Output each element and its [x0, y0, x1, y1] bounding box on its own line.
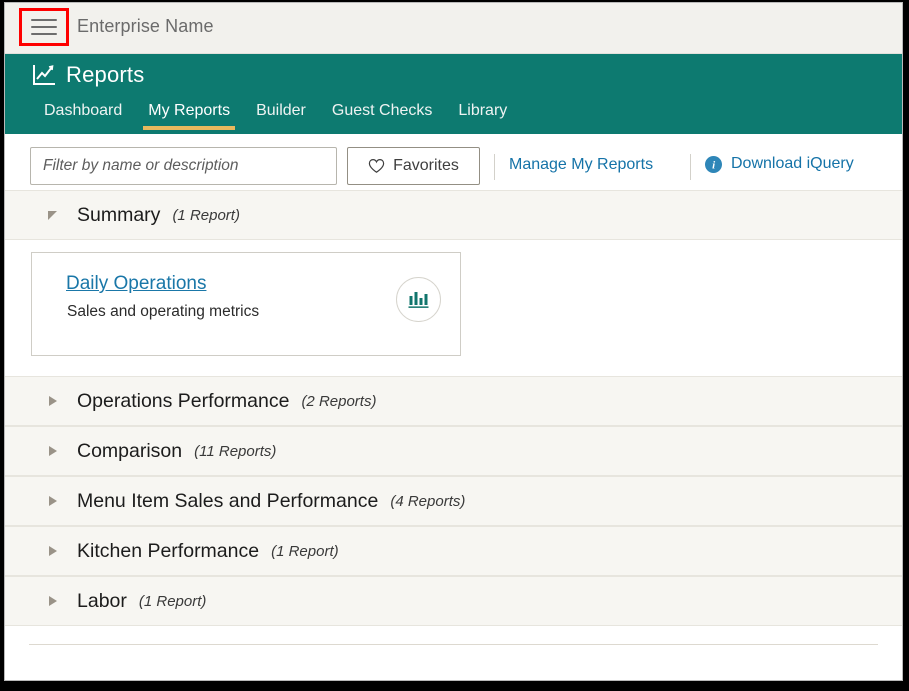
report-card-daily-operations[interactable]: Daily Operations Sales and operating met…: [31, 252, 461, 356]
download-iquery-link[interactable]: Download iQuery: [731, 155, 854, 173]
toolbar-divider-1: [494, 154, 495, 180]
favorites-button[interactable]: Favorites: [347, 147, 480, 185]
section-title: Summary: [77, 204, 160, 227]
heart-outline-icon: [368, 158, 385, 174]
section-count: (4 Reports): [390, 493, 465, 510]
tab-guest-checks[interactable]: Guest Checks: [319, 98, 445, 132]
application-page: Enterprise Name Reports Dashboard My Rep…: [4, 2, 903, 681]
enterprise-name: Enterprise Name: [77, 16, 214, 37]
section-count: (1 Report): [139, 593, 207, 610]
filter-input[interactable]: [30, 147, 337, 185]
report-title-link[interactable]: Daily Operations: [66, 273, 206, 295]
summary-section-body: Daily Operations Sales and operating met…: [5, 240, 902, 376]
section-header-menu-item-sales-and-performance[interactable]: Menu Item Sales and Performance (4 Repor…: [5, 476, 902, 526]
hamburger-bar-3: [31, 33, 57, 35]
hamburger-bar-1: [31, 19, 57, 21]
caret-right-icon: [47, 394, 59, 408]
tab-builder[interactable]: Builder: [243, 98, 319, 132]
toolbar-divider-2: [690, 154, 691, 180]
section-count: (1 Report): [271, 543, 339, 560]
section-header-comparison[interactable]: Comparison (11 Reports): [5, 426, 902, 476]
caret-down-icon: [47, 208, 59, 222]
app-header: Reports Dashboard My Reports Builder Gue…: [5, 54, 902, 134]
page-title: Reports: [66, 62, 144, 88]
hamburger-menu-icon[interactable]: [26, 15, 62, 39]
bar-chart-icon: [408, 290, 429, 309]
section-header-operations-performance[interactable]: Operations Performance (2 Reports): [5, 376, 902, 426]
tab-dashboard[interactable]: Dashboard: [31, 98, 135, 132]
section-header-labor[interactable]: Labor (1 Report): [5, 576, 902, 626]
content-area: Favorites Manage My Reports i Download i…: [5, 134, 902, 680]
tab-library[interactable]: Library: [445, 98, 520, 132]
bottom-divider: [29, 644, 878, 645]
nav-tabs: Dashboard My Reports Builder Guest Check…: [31, 98, 520, 134]
hamburger-bar-2: [31, 26, 57, 28]
section-count: (2 Reports): [301, 393, 376, 410]
section-count: (11 Reports): [194, 443, 276, 460]
top-bar: Enterprise Name: [5, 3, 902, 54]
section-title: Comparison: [77, 440, 182, 463]
caret-right-icon: [47, 594, 59, 608]
line-chart-icon: [32, 64, 56, 86]
manage-my-reports-link[interactable]: Manage My Reports: [509, 156, 653, 174]
app-header-title-row: Reports: [32, 62, 144, 88]
section-title: Labor: [77, 590, 127, 613]
section-header-kitchen-performance[interactable]: Kitchen Performance (1 Report): [5, 526, 902, 576]
caret-right-icon: [47, 494, 59, 508]
screenshot-frame: Enterprise Name Reports Dashboard My Rep…: [0, 0, 909, 691]
info-circle-icon: i: [705, 156, 722, 173]
section-title: Menu Item Sales and Performance: [77, 490, 378, 513]
report-chart-button[interactable]: [396, 277, 441, 322]
favorites-label: Favorites: [393, 157, 459, 175]
section-count: (1 Report): [172, 207, 240, 224]
bottom-spacer: [5, 626, 902, 644]
download-iquery-group[interactable]: i Download iQuery: [705, 155, 854, 173]
section-title: Operations Performance: [77, 390, 289, 413]
caret-right-icon: [47, 544, 59, 558]
tab-my-reports[interactable]: My Reports: [135, 98, 243, 132]
section-header-summary[interactable]: Summary (1 Report): [5, 190, 902, 240]
report-description: Sales and operating metrics: [67, 303, 259, 321]
section-title: Kitchen Performance: [77, 540, 259, 563]
caret-right-icon: [47, 444, 59, 458]
reports-toolbar: Favorites Manage My Reports i Download i…: [5, 134, 902, 190]
